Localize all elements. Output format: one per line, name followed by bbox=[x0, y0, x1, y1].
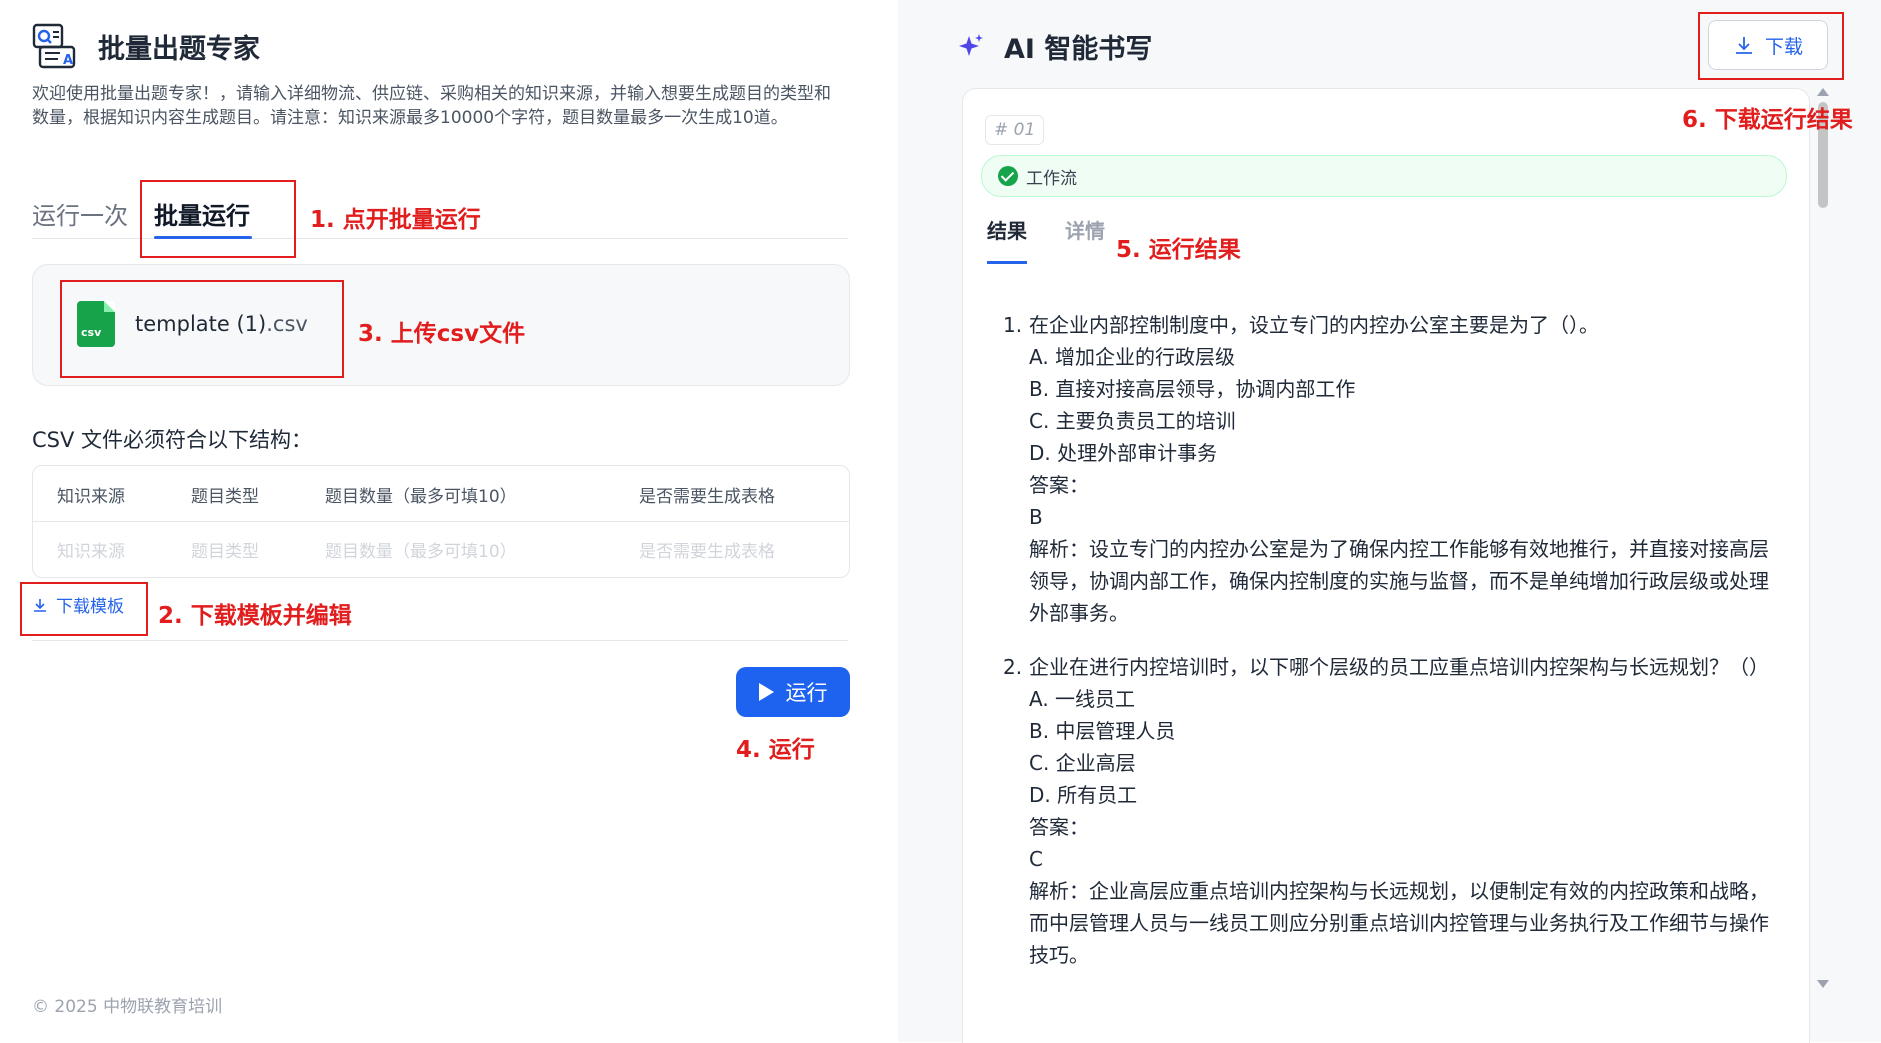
tab-run-once[interactable]: 运行一次 bbox=[32, 196, 128, 231]
question-number: 1. bbox=[1003, 313, 1023, 337]
app-title: 批量出题专家 bbox=[98, 33, 260, 65]
question-option: C. 主要负责员工的培训 bbox=[1029, 409, 1236, 433]
question-item: 1. 在企业内部控制制度中，设立专门的内控办公室主要是为了（）。 A. 增加企业的… bbox=[1003, 309, 1783, 629]
tab-detail[interactable]: 详情 bbox=[1065, 215, 1105, 244]
answer-label: 答案： bbox=[1029, 815, 1089, 839]
sparkle-icon bbox=[959, 34, 983, 56]
question-option: A. 一线员工 bbox=[1029, 687, 1136, 711]
ai-title: AI 智能书写 bbox=[1004, 33, 1153, 65]
result-scrollbar[interactable] bbox=[1816, 88, 1830, 988]
answer-analysis: 解析：企业高层应重点培训内控架构与长远规划，以便制定有效的内控政策和战略，而中层… bbox=[1029, 879, 1769, 967]
question-option: C. 企业高层 bbox=[1029, 751, 1136, 775]
annotation-step-1: 1. 点开批量运行 bbox=[310, 207, 481, 233]
csv-placeholder-cell: 题目数量（最多可填10） bbox=[325, 542, 517, 562]
answer-label: 答案： bbox=[1029, 473, 1089, 497]
annotation-step-5: 5. 运行结果 bbox=[1116, 237, 1241, 263]
annotation-step-3: 3. 上传csv文件 bbox=[358, 321, 526, 347]
question-stem: 企业在进行内控培训时，以下哪个层级的员工应重点培训内控架构与长远规划？（） bbox=[1029, 655, 1769, 679]
csv-structure-title: CSV 文件必须符合以下结构： bbox=[32, 428, 313, 452]
csv-header-cell: 题目数量（最多可填10） bbox=[325, 487, 517, 507]
workflow-label: 工作流 bbox=[1026, 168, 1077, 189]
question-option: A. 增加企业的行政层级 bbox=[1029, 345, 1236, 369]
run-index-badge: # 01 bbox=[985, 115, 1045, 145]
csv-placeholder-row: 知识来源 题目类型 题目数量（最多可填10） 是否需要生成表格 bbox=[33, 521, 849, 576]
annotation-box-download-template bbox=[20, 582, 148, 636]
batch-panel: A 批量出题专家 欢迎使用批量出题专家！，请输入详细物流、供应链、采购相关的知识… bbox=[0, 0, 898, 1042]
csv-header-cell: 题目类型 bbox=[191, 487, 259, 507]
run-button[interactable]: 运行 bbox=[736, 667, 850, 717]
ai-output-panel: AI 智能书写 下载 # 01 工作流 结果 详情 1. 在企业内部控制制度中，设… bbox=[898, 0, 1881, 1043]
question-number: 2. bbox=[1003, 655, 1023, 679]
csv-placeholder-cell: 知识来源 bbox=[57, 542, 125, 562]
question-option: D. 处理外部审计事务 bbox=[1029, 441, 1218, 465]
divider bbox=[32, 640, 848, 641]
check-circle-icon bbox=[998, 166, 1018, 186]
app-logo-icon: A bbox=[32, 22, 82, 70]
result-tab-indicator bbox=[987, 261, 1027, 264]
csv-header-cell: 知识来源 bbox=[57, 487, 125, 507]
result-card: # 01 工作流 结果 详情 1. 在企业内部控制制度中，设立专门的内控办公室主要… bbox=[962, 88, 1810, 1043]
annotation-box-download-result bbox=[1698, 12, 1844, 80]
annotation-step-6: 6. 下载运行结果 bbox=[1682, 107, 1853, 133]
csv-placeholder-cell: 题目类型 bbox=[191, 542, 259, 562]
question-list: 1. 在企业内部控制制度中，设立专门的内控办公室主要是为了（）。 A. 增加企业的… bbox=[1003, 309, 1783, 993]
csv-header-cell: 是否需要生成表格 bbox=[639, 487, 775, 507]
csv-placeholder-cell: 是否需要生成表格 bbox=[639, 542, 775, 562]
run-button-label: 运行 bbox=[785, 681, 828, 705]
ai-header: AI 智能书写 bbox=[958, 26, 1152, 66]
intro-text: 欢迎使用批量出题专家！，请输入详细物流、供应链、采购相关的知识来源，并输入想要生… bbox=[32, 84, 831, 128]
svg-text:A: A bbox=[63, 53, 73, 68]
scroll-up-arrow-icon[interactable] bbox=[1817, 88, 1829, 96]
question-option: B. 直接对接高层领导，协调内部工作 bbox=[1029, 377, 1356, 401]
footer-copyright: © 2025 中物联教育培训 bbox=[32, 997, 223, 1017]
csv-structure-table: 知识来源 题目类型 题目数量（最多可填10） 是否需要生成表格 知识来源 题目类… bbox=[32, 465, 850, 578]
answer-value: B bbox=[1029, 505, 1043, 529]
annotation-step-2: 2. 下载模板并编辑 bbox=[158, 603, 352, 629]
annotation-step-4: 4. 运行 bbox=[736, 737, 815, 763]
answer-value: C bbox=[1029, 847, 1043, 871]
question-item: 2. 企业在进行内控培训时，以下哪个层级的员工应重点培训内控架构与长远规划？（） … bbox=[1003, 651, 1783, 971]
scroll-down-arrow-icon[interactable] bbox=[1817, 980, 1829, 988]
annotation-box-batch-tab bbox=[140, 180, 296, 258]
question-option: D. 所有员工 bbox=[1029, 783, 1138, 807]
annotation-box-upload bbox=[60, 280, 344, 378]
play-icon bbox=[758, 683, 774, 701]
question-stem: 在企业内部控制制度中，设立专门的内控办公室主要是为了（）。 bbox=[1029, 313, 1599, 337]
app-header: A 批量出题专家 bbox=[32, 20, 260, 72]
answer-analysis: 解析：设立专门的内控办公室是为了确保内控工作能够有效地推行，并直接对接高层领导，… bbox=[1029, 537, 1769, 625]
question-option: B. 中层管理人员 bbox=[1029, 719, 1176, 743]
tab-result[interactable]: 结果 bbox=[987, 215, 1027, 244]
csv-header-row: 知识来源 题目类型 题目数量（最多可填10） 是否需要生成表格 bbox=[33, 466, 849, 522]
workflow-status-bar[interactable]: 工作流 bbox=[981, 155, 1787, 197]
